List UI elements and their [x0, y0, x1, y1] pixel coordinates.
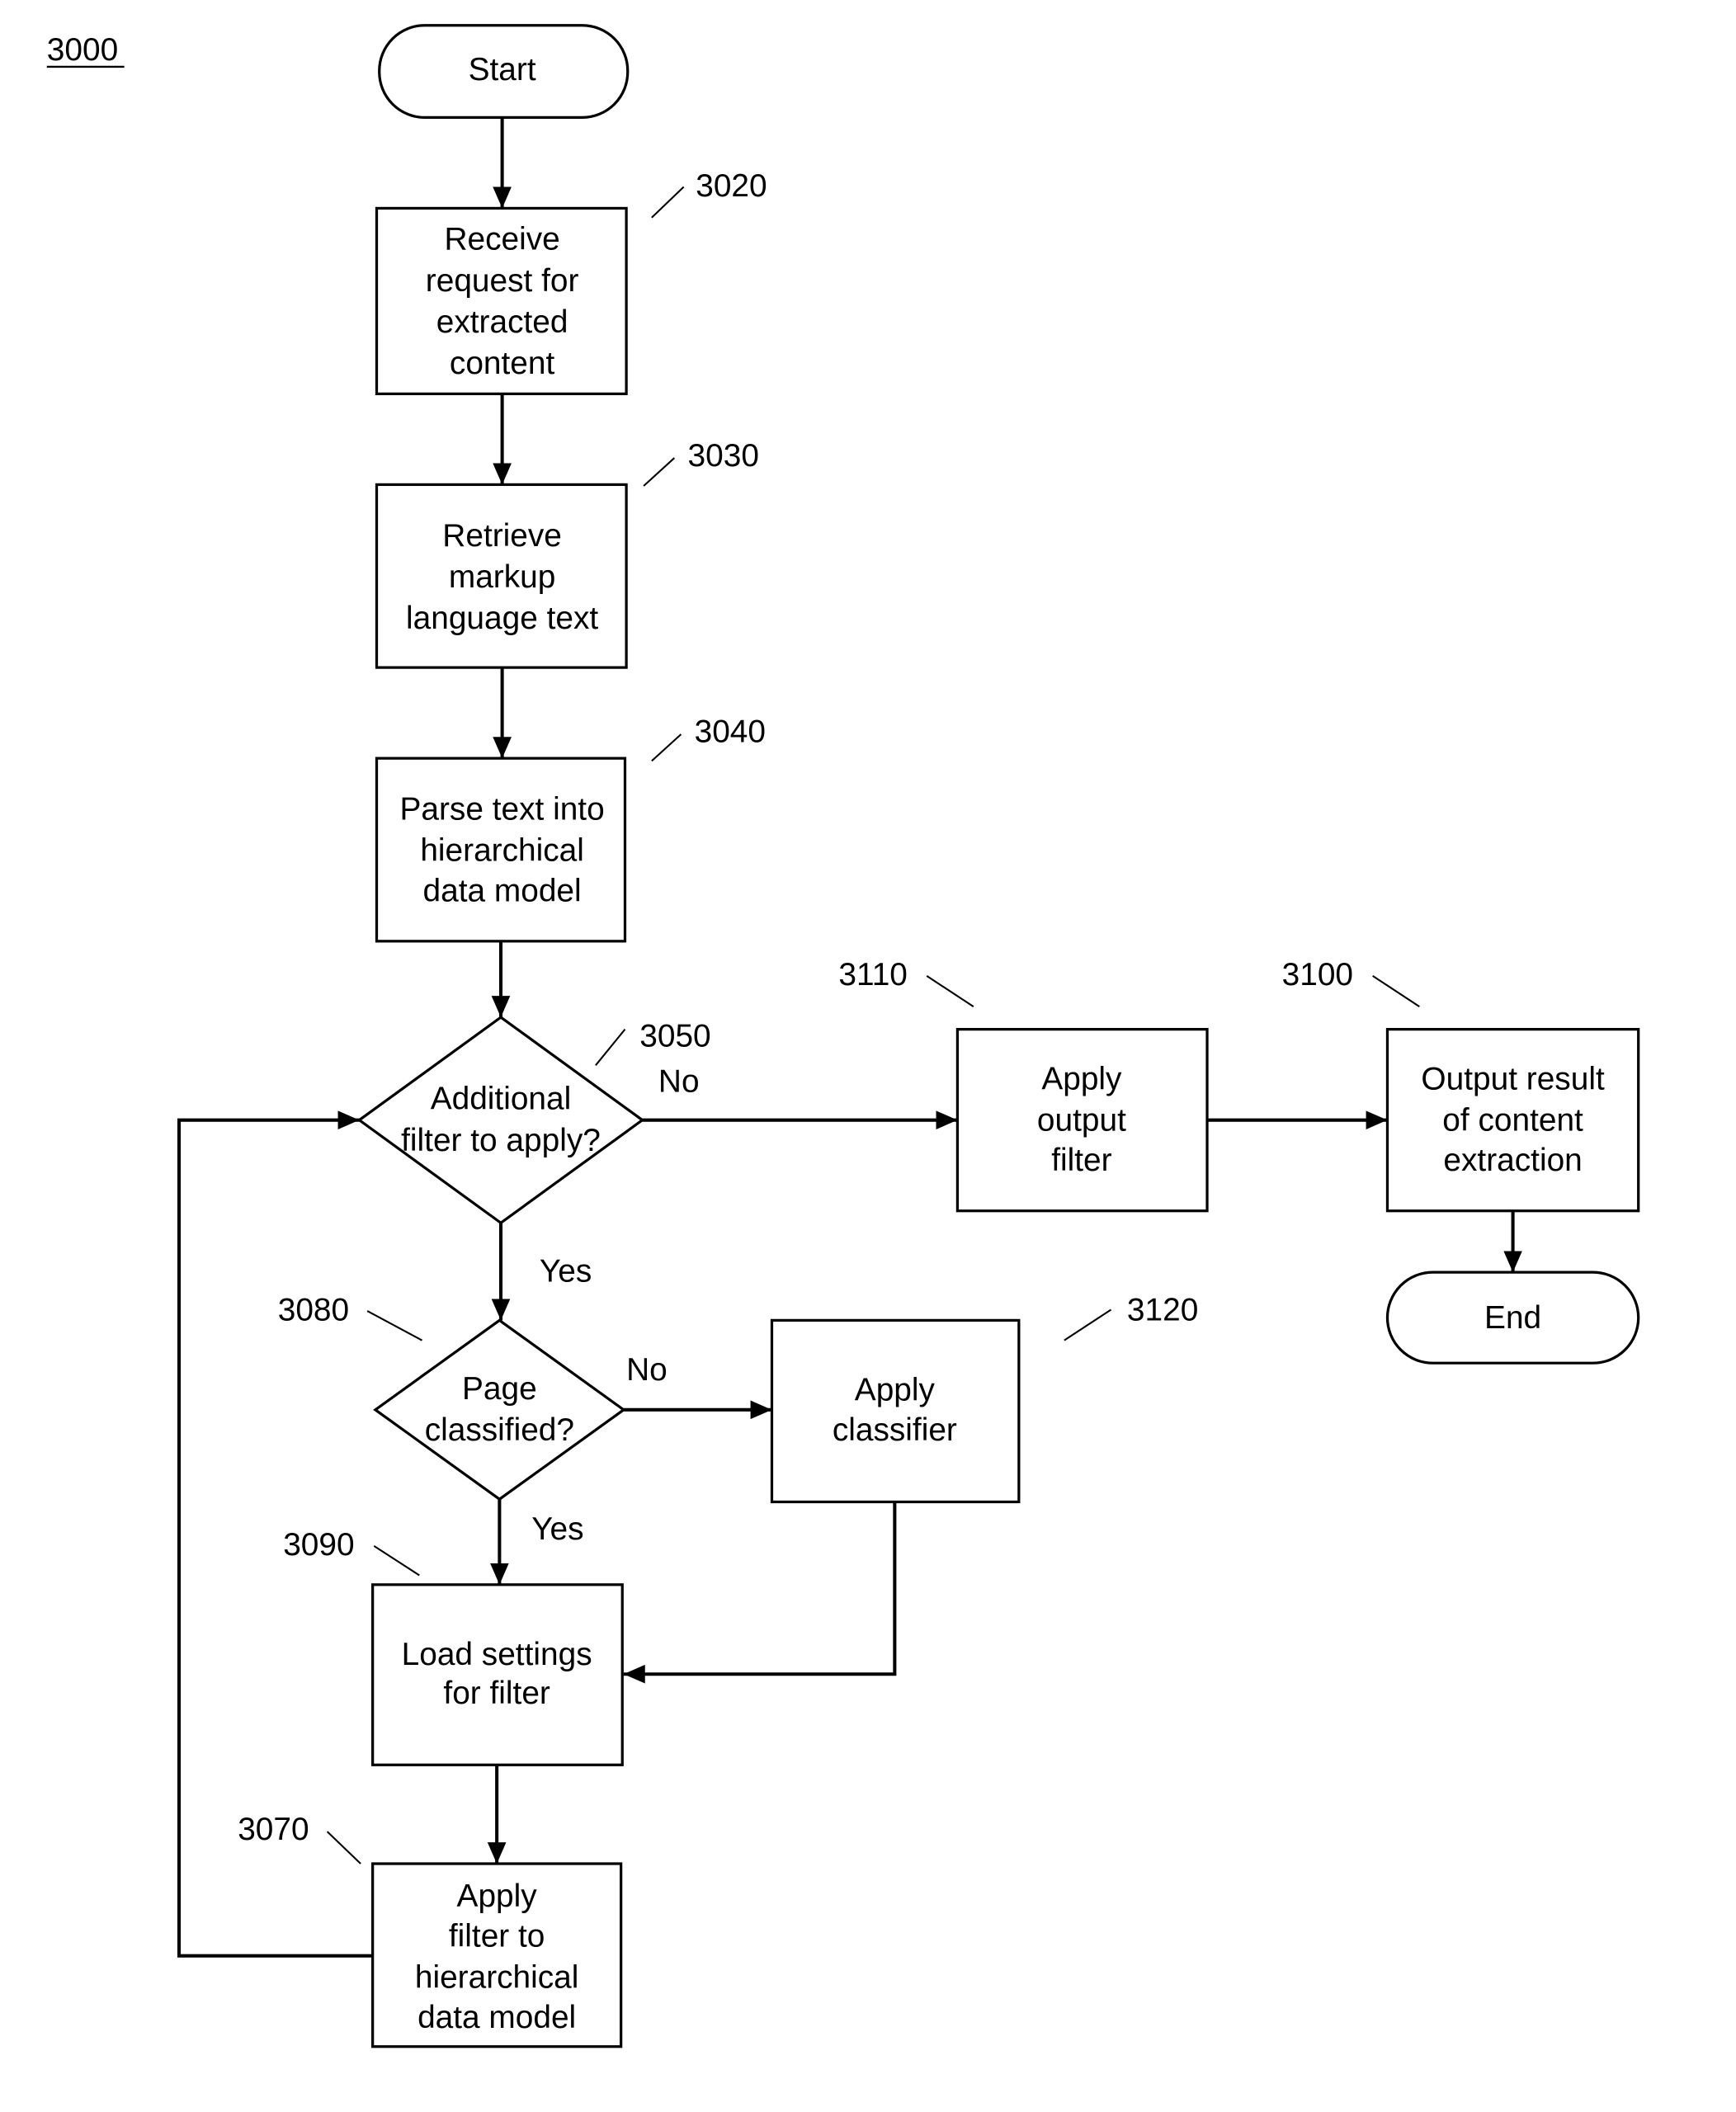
ref-leader-3050: [595, 1028, 626, 1066]
ref-3040: 3040: [695, 714, 766, 750]
figure-number: 3000: [47, 32, 118, 68]
step-3020-receive-request: Receive request for extracted content: [375, 206, 628, 395]
step-3110-line-2: output: [1037, 1103, 1126, 1138]
decision-3080-page-classified: Page classified?: [373, 1318, 626, 1502]
step-3070-line-2: filter to: [449, 1918, 545, 1954]
step-3090-line-2: for filter: [443, 1676, 550, 1711]
step-3100-line-2: of content: [1442, 1103, 1583, 1138]
step-3070-line-1: Apply: [457, 1879, 538, 1914]
flowchart: 3000 Start Receive request for extracted…: [46, 24, 1640, 2048]
decision-3080-line-1: Page: [462, 1371, 537, 1407]
ref-3080: 3080: [278, 1292, 349, 1327]
start-terminal: Start: [378, 24, 630, 120]
step-3040-line-1: Parse text into: [400, 792, 605, 827]
step-3030-retrieve-markup: Retrieve markup language text: [375, 483, 628, 669]
step-3020-line-4: content: [450, 346, 555, 381]
step-3120-line-1: Apply: [855, 1372, 936, 1407]
step-3100-output-result: Output result of content extraction: [1385, 1028, 1640, 1213]
ref-leader-3020: [651, 186, 685, 219]
ref-leader-3100: [1372, 975, 1420, 1008]
end-label: End: [1484, 1300, 1541, 1336]
step-3100-line-3: extraction: [1443, 1143, 1582, 1178]
step-3020-line-3: extracted: [436, 304, 568, 340]
decision-3050-line-2: filter to apply?: [401, 1123, 601, 1158]
step-3120-apply-classifier: Apply classifier: [770, 1318, 1021, 1504]
step-3110-apply-output-filter: Apply output filter: [955, 1028, 1209, 1213]
ref-3020: 3020: [696, 168, 767, 204]
step-3040-line-2: hierarchical: [420, 833, 584, 869]
step-3070-line-3: hierarchical: [415, 1960, 579, 1996]
step-3070-apply-filter: Apply filter to hierarchical data model: [371, 1862, 623, 2048]
ref-3030: 3030: [688, 438, 759, 474]
step-3040-parse-text: Parse text into hierarchical data model: [375, 757, 627, 943]
ref-3090: 3090: [283, 1527, 354, 1563]
ref-leader-3110: [926, 975, 974, 1008]
ref-leader-3120: [1064, 1308, 1112, 1341]
step-3070-line-4: data model: [417, 2000, 576, 2035]
decision-3050-additional-filter: Additional filter to apply?: [356, 1016, 645, 1225]
step-3120-line-2: classifier: [833, 1412, 957, 1448]
edge-label-3050-no: No: [658, 1064, 700, 1100]
step-3110-line-3: filter: [1051, 1143, 1111, 1178]
decision-3080-line-2: classified?: [425, 1412, 574, 1448]
ref-leader-3080: [366, 1310, 423, 1341]
step-3030-line-3: language text: [406, 601, 598, 636]
ref-leader-3030: [643, 457, 676, 487]
ref-leader-3090: [373, 1544, 420, 1577]
arrow-3120-to-3090: [623, 1502, 897, 1684]
ref-3110: 3110: [838, 957, 908, 992]
step-3110-line-1: Apply: [1041, 1061, 1122, 1096]
step-3100-line-1: Output result: [1421, 1061, 1605, 1096]
end-terminal: End: [1385, 1270, 1640, 1365]
ref-3120: 3120: [1127, 1292, 1198, 1327]
ref-3100: 3100: [1282, 957, 1353, 992]
step-3030-line-1: Retrieve: [442, 518, 562, 554]
ref-3050: 3050: [639, 1019, 710, 1054]
step-3020-line-2: request for: [426, 263, 579, 299]
edge-label-3080-yes: Yes: [531, 1511, 583, 1547]
edge-label-3050-yes: Yes: [540, 1253, 592, 1289]
edge-label-3080-no: No: [626, 1352, 668, 1388]
ref-leader-3070: [326, 1831, 361, 1864]
step-3090-line-1: Load settings: [402, 1637, 592, 1672]
step-3020-line-1: Receive: [444, 222, 559, 257]
ref-3070: 3070: [238, 1812, 309, 1847]
ref-leader-3040: [651, 733, 682, 762]
step-3030-line-2: markup: [449, 559, 555, 595]
step-3040-line-3: data model: [423, 873, 582, 908]
start-label: Start: [469, 52, 536, 87]
step-3090-load-settings: Load settings for filter: [371, 1583, 624, 1766]
decision-3050-line-1: Additional: [431, 1082, 572, 1117]
